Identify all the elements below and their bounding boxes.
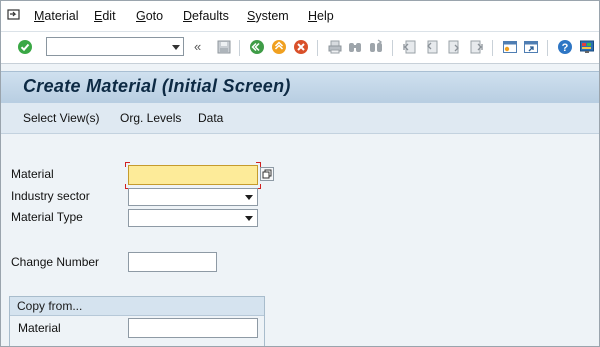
org-levels-button[interactable]: Org. Levels: [120, 111, 181, 125]
menu-system[interactable]: System: [247, 9, 289, 23]
first-page-icon[interactable]: [402, 39, 418, 55]
menu-bar: Material Edit Goto Defaults System Help: [1, 1, 599, 32]
copy-material-input[interactable]: [128, 318, 258, 338]
customize-layout-icon[interactable]: [579, 39, 595, 55]
print-icon[interactable]: [327, 39, 343, 55]
find-next-icon[interactable]: [368, 39, 384, 55]
material-input[interactable]: [128, 165, 258, 185]
industry-sector-label: Industry sector: [11, 189, 90, 203]
menu-edit[interactable]: Edit: [94, 9, 116, 23]
copy-from-title: Copy from...: [17, 299, 83, 313]
toolbar-separator: [547, 40, 548, 56]
standard-toolbar: « ?: [1, 32, 599, 64]
material-type-dropdown[interactable]: [128, 209, 258, 227]
industry-sector-dropdown[interactable]: [128, 188, 258, 206]
copy-from-group: Copy from... Material: [9, 296, 265, 346]
menu-material[interactable]: Material: [34, 9, 78, 23]
sap-window: Material Edit Goto Defaults System Help …: [0, 0, 600, 347]
shortcut-icon[interactable]: [523, 39, 539, 55]
chevron-down-icon[interactable]: [172, 45, 180, 50]
collapse-arrows-icon[interactable]: «: [194, 39, 201, 54]
help-icon[interactable]: ?: [557, 39, 573, 55]
last-page-icon[interactable]: [468, 39, 484, 55]
toolbar-separator: [392, 40, 393, 56]
create-session-icon[interactable]: [502, 39, 518, 55]
toolbar-separator: [239, 40, 240, 56]
menu-help[interactable]: Help: [308, 9, 334, 23]
select-views-button[interactable]: Select View(s): [23, 111, 99, 125]
matchcode-icon[interactable]: [260, 167, 274, 181]
toolbar-separator: [317, 40, 318, 56]
menu-defaults[interactable]: Defaults: [183, 9, 229, 23]
toolbar-separator: [492, 40, 493, 56]
copy-from-header: Copy from...: [10, 297, 264, 316]
copy-material-label: Material: [18, 321, 61, 335]
command-field[interactable]: [46, 37, 184, 56]
change-number-label: Change Number: [11, 255, 100, 269]
chevron-down-icon[interactable]: [245, 216, 253, 221]
save-icon[interactable]: [216, 39, 232, 55]
page-title: Create Material (Initial Screen): [23, 76, 291, 96]
chevron-down-icon[interactable]: [245, 195, 253, 200]
data-button[interactable]: Data: [198, 111, 223, 125]
application-toolbar: Select View(s) Org. Levels Data: [1, 103, 599, 134]
material-type-label: Material Type: [11, 210, 83, 224]
exit-icon[interactable]: [271, 39, 287, 55]
next-page-icon[interactable]: [446, 39, 462, 55]
svg-text:?: ?: [562, 42, 569, 54]
cancel-icon[interactable]: [293, 39, 309, 55]
back-icon[interactable]: [249, 39, 265, 55]
focus-corner: [125, 162, 130, 167]
change-number-input[interactable]: [128, 252, 217, 272]
find-icon[interactable]: [347, 39, 363, 55]
material-label: Material: [11, 167, 54, 181]
system-menu-icon[interactable]: [7, 9, 21, 21]
previous-page-icon[interactable]: [424, 39, 440, 55]
screen-title-bar: Create Material (Initial Screen): [1, 71, 599, 104]
menu-goto[interactable]: Goto: [136, 9, 163, 23]
enter-check-icon[interactable]: [17, 39, 33, 55]
